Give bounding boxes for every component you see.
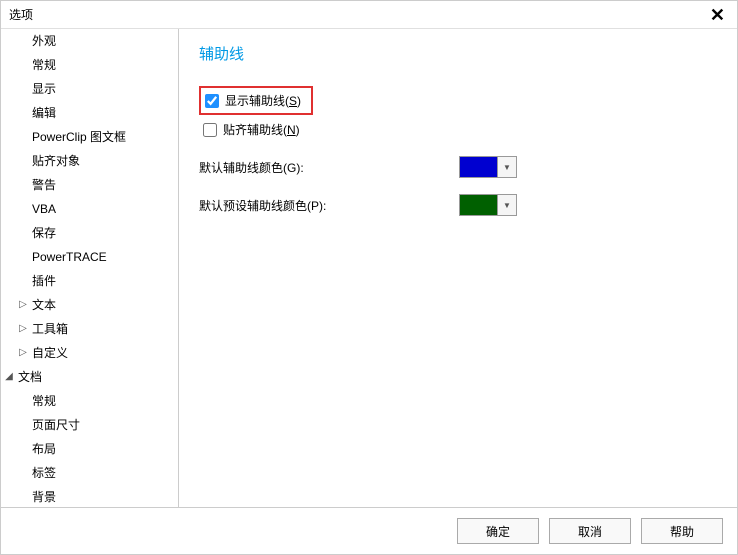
show-guides-checkbox[interactable] bbox=[205, 94, 219, 108]
default-color-row: 默认辅助线颜色(G): ▼ bbox=[199, 156, 717, 178]
sidebar-item[interactable]: ▷自定义 bbox=[1, 341, 178, 365]
sidebar-item-label: 页面尺寸 bbox=[29, 415, 83, 435]
content-panel: 辅助线 显示辅助线(S) 贴齐辅助线(N) 默认辅助线颜色(G): ▼ bbox=[179, 29, 737, 507]
snap-guides-label: 贴齐辅助线(N) bbox=[223, 121, 300, 138]
sidebar-item-label: 自定义 bbox=[29, 343, 71, 363]
sidebar[interactable]: 外观常规显示编辑PowerClip 图文框贴齐对象警告VBA保存PowerTRA… bbox=[1, 29, 179, 507]
sidebar-item[interactable]: PowerClip 图文框 bbox=[1, 125, 178, 149]
tree-toggle-icon[interactable]: ▷ bbox=[17, 320, 29, 338]
sidebar-item[interactable]: 保存 bbox=[1, 221, 178, 245]
sidebar-item[interactable]: 布局 bbox=[1, 437, 178, 461]
dialog-title: 选项 bbox=[9, 6, 33, 23]
sidebar-item[interactable]: ▷文本 bbox=[1, 293, 178, 317]
sidebar-item[interactable]: 显示 bbox=[1, 77, 178, 101]
sidebar-item[interactable]: 贴齐对象 bbox=[1, 149, 178, 173]
sidebar-item-label: 布局 bbox=[29, 439, 59, 459]
sidebar-item-label: 背景 bbox=[29, 487, 59, 507]
sidebar-item-label: 显示 bbox=[29, 79, 59, 99]
sidebar-item[interactable]: VBA bbox=[1, 197, 178, 221]
sidebar-item-label: 贴齐对象 bbox=[29, 151, 83, 171]
sidebar-item[interactable]: ◢文档 bbox=[1, 365, 178, 389]
default-color-label: 默认辅助线颜色(G): bbox=[199, 159, 459, 176]
tree-toggle-icon[interactable]: ◢ bbox=[3, 368, 15, 386]
sidebar-item[interactable]: ▷工具箱 bbox=[1, 317, 178, 341]
sidebar-item-label: 警告 bbox=[29, 175, 59, 195]
sidebar-item[interactable]: 警告 bbox=[1, 173, 178, 197]
preset-color-label: 默认预设辅助线颜色(P): bbox=[199, 197, 459, 214]
sidebar-item-label: 常规 bbox=[29, 391, 59, 411]
sidebar-item-label: 常规 bbox=[29, 55, 59, 75]
sidebar-item-label: 外观 bbox=[29, 31, 59, 51]
sidebar-item-label: PowerTRACE bbox=[29, 247, 110, 267]
sidebar-item-label: 标签 bbox=[29, 463, 59, 483]
sidebar-item-label: 文本 bbox=[29, 295, 59, 315]
sidebar-item-label: 保存 bbox=[29, 223, 59, 243]
sidebar-item[interactable]: 背景 bbox=[1, 485, 178, 507]
sidebar-item[interactable]: 常规 bbox=[1, 53, 178, 77]
snap-guides-checkbox[interactable] bbox=[203, 123, 217, 137]
footer: 确定 取消 帮助 bbox=[1, 507, 737, 554]
titlebar: 选项 ✕ bbox=[1, 1, 737, 29]
sidebar-item-label: 文档 bbox=[15, 367, 45, 387]
dialog-body: 外观常规显示编辑PowerClip 图文框贴齐对象警告VBA保存PowerTRA… bbox=[1, 29, 737, 507]
sidebar-item-label: 插件 bbox=[29, 271, 59, 291]
sidebar-item[interactable]: 插件 bbox=[1, 269, 178, 293]
sidebar-item[interactable]: 页面尺寸 bbox=[1, 413, 178, 437]
chevron-down-icon[interactable]: ▼ bbox=[498, 195, 516, 215]
preset-color-row: 默认预设辅助线颜色(P): ▼ bbox=[199, 194, 717, 216]
sidebar-item-label: 工具箱 bbox=[29, 319, 71, 339]
sidebar-item-label: 编辑 bbox=[29, 103, 59, 123]
preset-color-picker[interactable]: ▼ bbox=[459, 194, 517, 216]
page-title: 辅助线 bbox=[199, 43, 717, 64]
sidebar-item[interactable]: 常规 bbox=[1, 389, 178, 413]
default-color-swatch bbox=[460, 157, 498, 177]
ok-button[interactable]: 确定 bbox=[457, 518, 539, 544]
sidebar-item[interactable]: 外观 bbox=[1, 29, 178, 53]
close-icon[interactable]: ✕ bbox=[706, 6, 729, 24]
help-button[interactable]: 帮助 bbox=[641, 518, 723, 544]
default-color-picker[interactable]: ▼ bbox=[459, 156, 517, 178]
sidebar-item[interactable]: PowerTRACE bbox=[1, 245, 178, 269]
sidebar-item-label: PowerClip 图文框 bbox=[29, 127, 129, 147]
snap-guides-row[interactable]: 贴齐辅助线(N) bbox=[199, 119, 717, 140]
tree-toggle-icon[interactable]: ▷ bbox=[17, 344, 29, 362]
cancel-button[interactable]: 取消 bbox=[549, 518, 631, 544]
tree-toggle-icon[interactable]: ▷ bbox=[17, 296, 29, 314]
sidebar-item[interactable]: 标签 bbox=[1, 461, 178, 485]
options-dialog: 选项 ✕ 外观常规显示编辑PowerClip 图文框贴齐对象警告VBA保存Pow… bbox=[0, 0, 738, 555]
preset-color-swatch bbox=[460, 195, 498, 215]
show-guides-row[interactable]: 显示辅助线(S) bbox=[199, 86, 313, 115]
sidebar-item-label: VBA bbox=[29, 199, 59, 219]
sidebar-item[interactable]: 编辑 bbox=[1, 101, 178, 125]
show-guides-label: 显示辅助线(S) bbox=[225, 92, 301, 109]
chevron-down-icon[interactable]: ▼ bbox=[498, 157, 516, 177]
